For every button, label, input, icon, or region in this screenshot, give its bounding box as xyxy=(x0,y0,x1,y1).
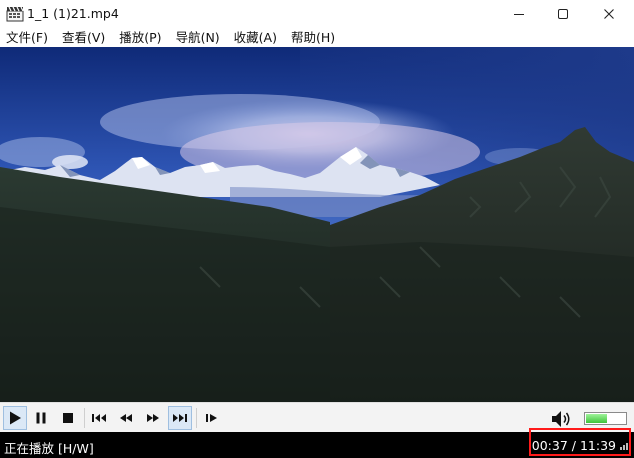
toolbar-divider xyxy=(196,408,197,428)
media-player-window: 1_1 (1)21.mp4 文件(F) 查看(V) 播放(P) 导航(N) 收藏… xyxy=(0,0,634,458)
menu-play[interactable]: 播放(P) xyxy=(112,28,168,47)
pause-icon xyxy=(36,412,46,424)
toolbar-divider xyxy=(84,408,85,428)
title-bar[interactable]: 1_1 (1)21.mp4 xyxy=(0,0,634,28)
close-button[interactable] xyxy=(586,0,632,28)
clapperboard-icon xyxy=(6,6,24,22)
fast-forward-icon xyxy=(147,414,159,422)
stop-icon xyxy=(63,413,73,423)
speaker-icon[interactable] xyxy=(550,409,574,429)
frame-step-button[interactable] xyxy=(200,406,224,430)
volume-level-fill xyxy=(586,414,607,423)
volume-slider[interactable] xyxy=(584,412,627,425)
menu-bar: 文件(F) 查看(V) 播放(P) 导航(N) 收藏(A) 帮助(H) xyxy=(0,28,634,47)
video-frame-image xyxy=(0,47,634,402)
minimize-icon xyxy=(514,14,524,15)
menu-favorites[interactable]: 收藏(A) xyxy=(227,28,284,47)
skip-forward-icon xyxy=(173,414,187,422)
video-display[interactable] xyxy=(0,47,634,402)
menu-help[interactable]: 帮助(H) xyxy=(284,28,342,47)
pause-button[interactable] xyxy=(29,406,53,430)
maximize-icon xyxy=(558,9,568,19)
maximize-button[interactable] xyxy=(540,0,586,28)
play-icon xyxy=(10,411,21,425)
menu-navigate[interactable]: 导航(N) xyxy=(169,28,227,47)
menu-file[interactable]: 文件(F) xyxy=(0,28,55,47)
skip-back-icon xyxy=(92,414,106,422)
stop-button[interactable] xyxy=(56,406,80,430)
menu-view[interactable]: 查看(V) xyxy=(55,28,112,47)
play-button[interactable] xyxy=(3,406,27,430)
fast-forward-button[interactable] xyxy=(141,406,165,430)
skip-back-button[interactable] xyxy=(87,406,111,430)
minimize-button[interactable] xyxy=(496,0,542,28)
skip-forward-button[interactable] xyxy=(168,406,192,430)
playback-status: 正在播放 [H/W] xyxy=(4,441,94,456)
time-display-highlight-box xyxy=(529,428,631,456)
rewind-button[interactable] xyxy=(114,406,138,430)
rewind-icon xyxy=(120,414,132,422)
window-title: 1_1 (1)21.mp4 xyxy=(27,6,119,21)
close-icon xyxy=(604,9,614,19)
frame-step-icon xyxy=(206,414,217,422)
